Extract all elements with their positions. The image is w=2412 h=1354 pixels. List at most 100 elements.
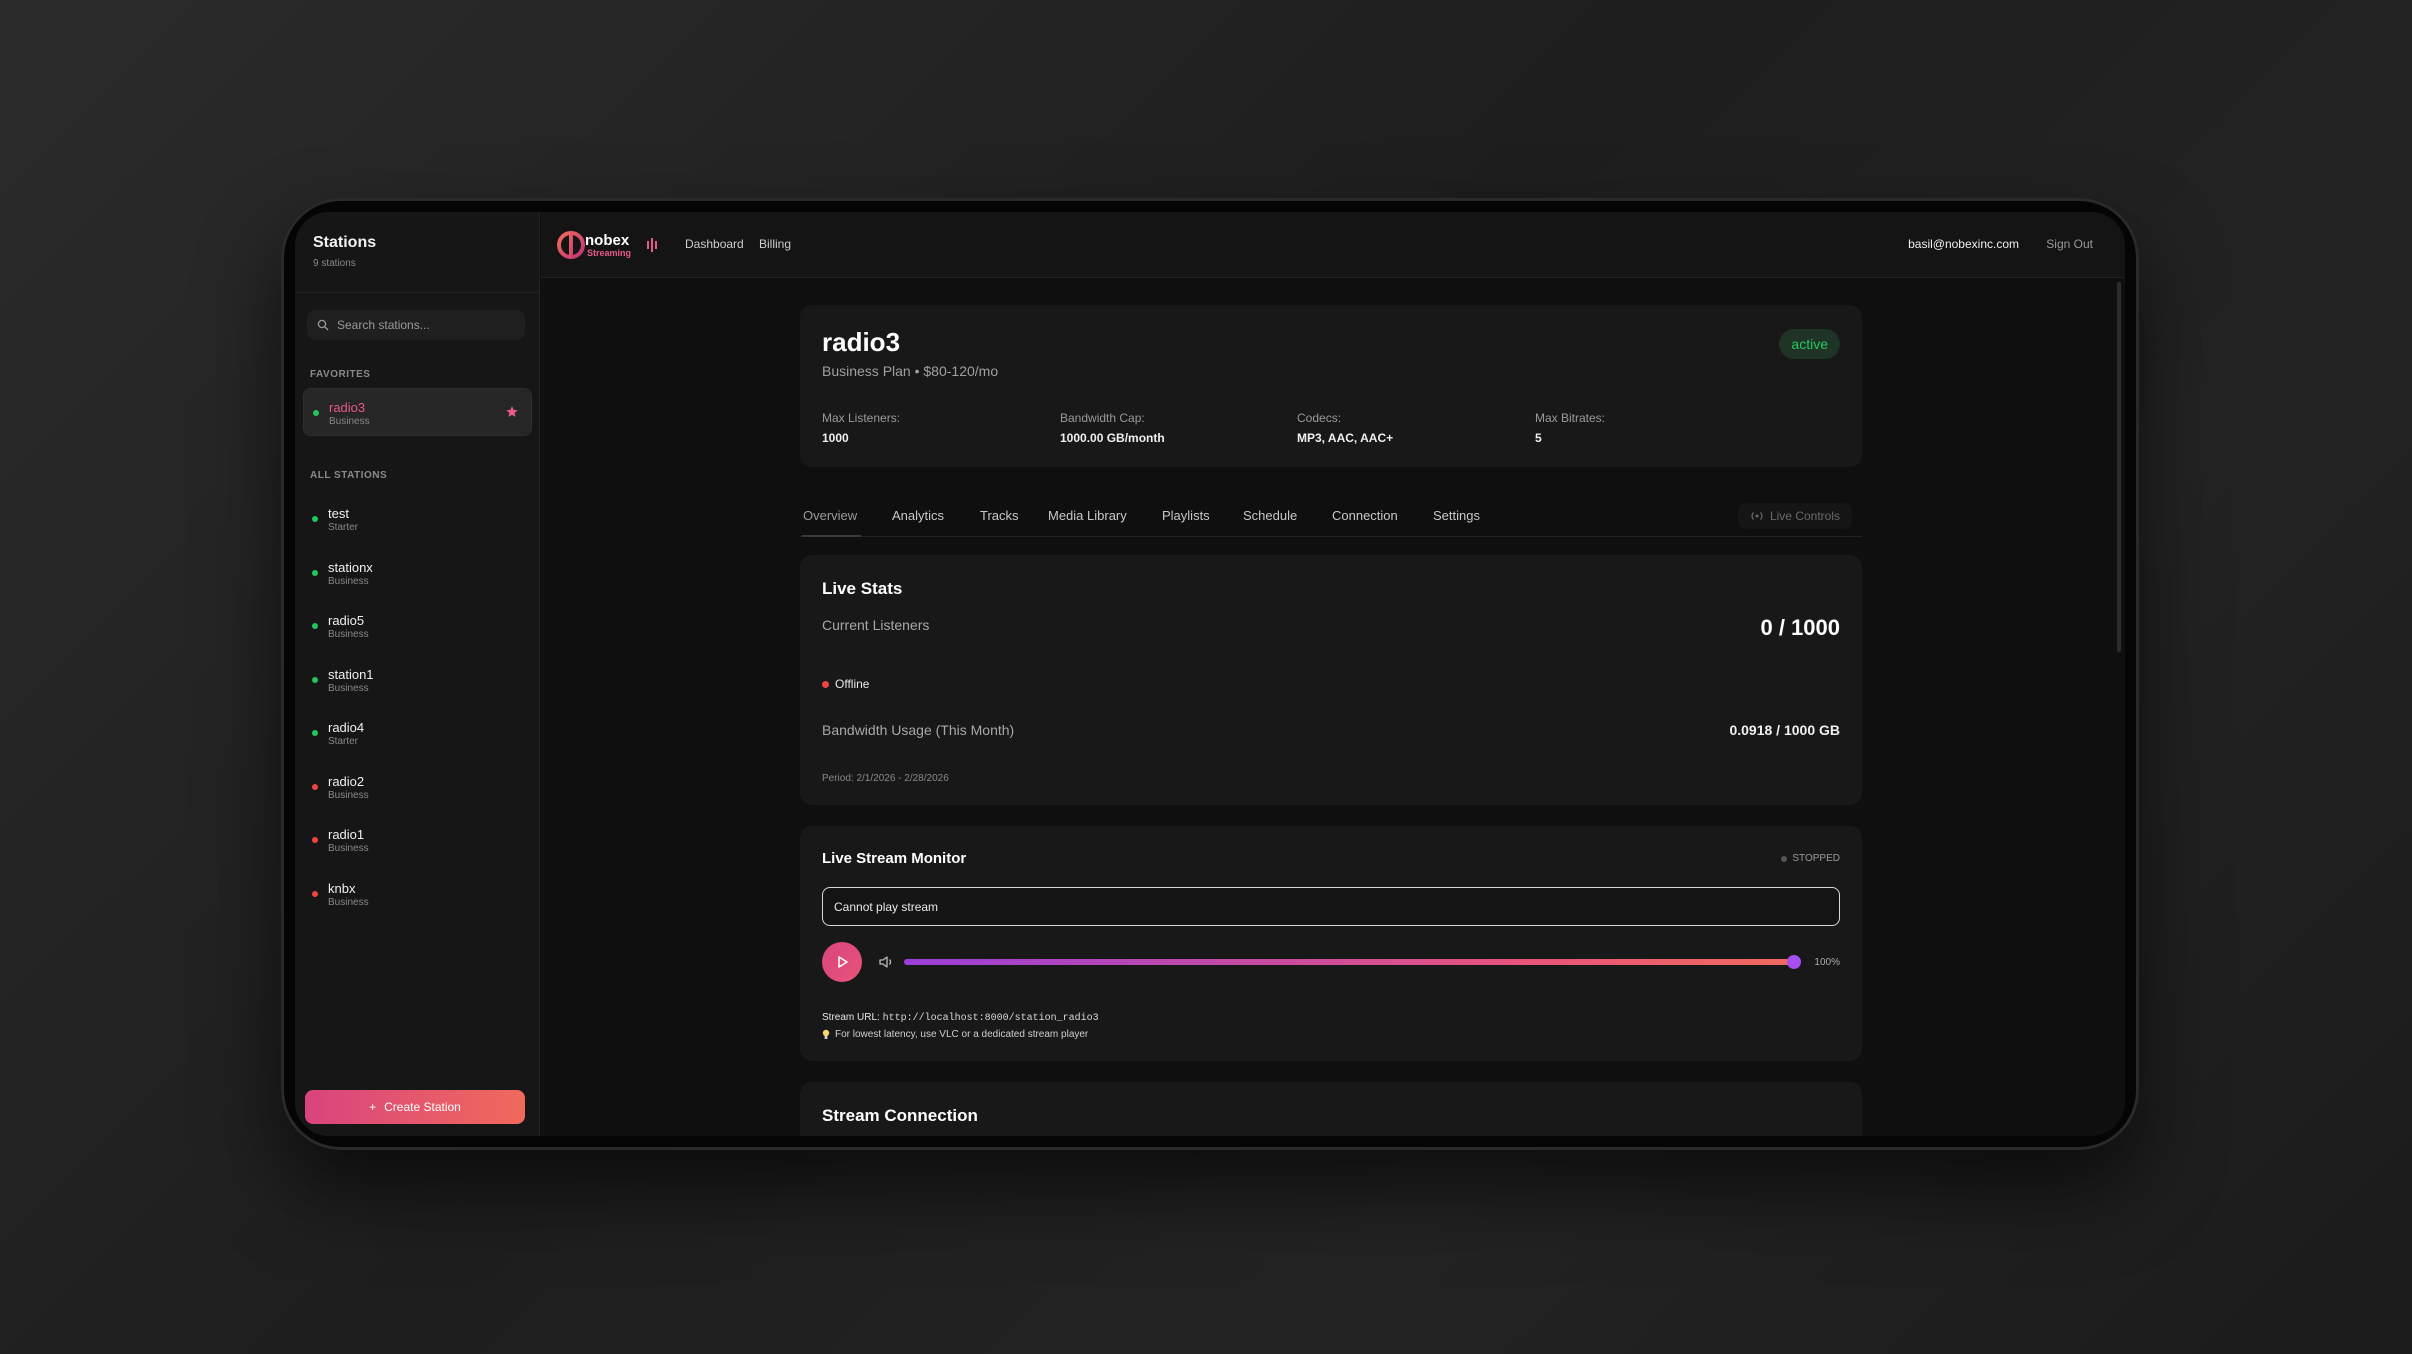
bandwidth-usage-label: Bandwidth Usage (This Month)	[822, 722, 1015, 738]
station-item-radio2[interactable]: radio2 Business	[303, 763, 532, 811]
stream-status: Offline	[822, 677, 869, 691]
tab-tracks[interactable]: Tracks	[980, 508, 1019, 523]
star-icon[interactable]	[505, 405, 519, 419]
status-dot-online	[312, 570, 318, 576]
active-tab-indicator	[802, 535, 861, 537]
station-item-knbx[interactable]: knbx Business	[303, 870, 532, 918]
top-bar: nobex Streaming Dashboard Billing basil@…	[541, 212, 2125, 278]
station-item-stationx[interactable]: stationx Business	[303, 549, 532, 597]
status-dot-online	[312, 730, 318, 736]
status-dot-stopped	[1781, 855, 1788, 862]
station-plan: Business	[328, 843, 369, 854]
monitor-title: Live Stream Monitor	[822, 850, 967, 867]
station-plan: Starter	[328, 736, 359, 747]
stream-url-line: Stream URL: http://localhost:8000/statio…	[822, 1012, 1099, 1024]
station-name: knbx	[328, 881, 356, 896]
stream-url[interactable]: http://localhost:8000/station_radio3	[883, 1013, 1099, 1024]
station-name: station1	[328, 667, 374, 682]
status-dot-offline	[312, 837, 318, 843]
tab-playlists[interactable]: Playlists	[1162, 508, 1210, 523]
station-name: radio1	[328, 827, 365, 842]
spec-value: 5	[1535, 431, 1542, 445]
stream-connection-card: Stream Connection	[800, 1082, 1862, 1136]
nav-dashboard[interactable]: Dashboard	[685, 237, 744, 251]
sidebar-header: Stations 9 stations	[313, 234, 376, 269]
station-count: 9 stations	[313, 258, 356, 269]
sidebar-divider	[295, 292, 540, 293]
tab-connection[interactable]: Connection	[1332, 508, 1398, 523]
station-name: radio3	[329, 400, 366, 415]
search-input[interactable]	[337, 318, 517, 332]
station-name: test	[328, 506, 349, 521]
tab-overview[interactable]: Overview	[803, 508, 857, 523]
spec-value: 1000	[822, 431, 849, 445]
sign-out-link[interactable]: Sign Out	[2046, 237, 2093, 251]
nobex-logo[interactable]: nobex Streaming	[557, 225, 667, 265]
volume-percent: 100%	[1814, 957, 1840, 968]
broadcast-icon	[1751, 512, 1763, 520]
station-name: stationx	[328, 560, 373, 575]
user-email: basil@nobexinc.com	[1908, 237, 2019, 251]
station-plan: Business	[328, 790, 369, 801]
create-station-button[interactable]: + Create Station	[305, 1090, 525, 1124]
plus-icon: +	[369, 1100, 377, 1114]
station-item-test[interactable]: test Starter	[303, 495, 532, 543]
live-stream-monitor-card: Live Stream Monitor STOPPED Cannot play …	[800, 826, 1862, 1061]
spec-max-listeners: Max Listeners: 1000	[822, 411, 900, 445]
monitor-state: STOPPED	[1781, 853, 1840, 864]
scrollbar[interactable]	[2117, 282, 2121, 652]
station-plan: Starter	[328, 522, 359, 533]
logo-text: nobex	[585, 232, 630, 249]
station-summary-card: radio3 Business Plan • $80-120/mo active…	[800, 305, 1862, 467]
tab-analytics[interactable]: Analytics	[892, 508, 944, 523]
all-stations-label: ALL STATIONS	[310, 470, 388, 481]
create-station-label: Create Station	[384, 1100, 461, 1114]
play-button[interactable]	[822, 942, 862, 982]
station-item-radio5[interactable]: radio5 Business	[303, 602, 532, 650]
station-plan: Business	[329, 416, 370, 427]
station-title: radio3	[822, 327, 901, 357]
station-item-radio1[interactable]: radio1 Business	[303, 816, 532, 864]
status-dot-online	[313, 410, 319, 416]
station-name: radio4	[328, 720, 365, 735]
latency-tip: For lowest latency, use VLC or a dedicat…	[822, 1029, 1088, 1040]
station-plan-line: Business Plan • $80-120/mo	[822, 363, 999, 379]
station-item-station1[interactable]: station1 Business	[303, 656, 532, 704]
status-dot-offline	[822, 680, 829, 688]
volume-slider[interactable]	[904, 955, 1801, 969]
billing-period: Period: 2/1/2026 - 2/28/2026	[822, 773, 949, 784]
status-dot-online	[312, 623, 318, 629]
spec-max-bitrates: Max Bitrates: 5	[1535, 411, 1605, 445]
tab-schedule[interactable]: Schedule	[1243, 508, 1297, 523]
status-dot-online	[312, 677, 318, 683]
spec-value: MP3, AAC, AAC+	[1297, 431, 1394, 445]
spec-bandwidth-cap: Bandwidth Cap: 1000.00 GB/month	[1060, 411, 1165, 445]
tab-settings[interactable]: Settings	[1433, 508, 1480, 523]
spec-label: Max Bitrates:	[1535, 411, 1606, 425]
station-plan: Business	[328, 576, 369, 587]
volume-icon[interactable]	[877, 953, 895, 971]
spec-codecs: Codecs: MP3, AAC, AAC+	[1297, 411, 1393, 445]
volume-slider-handle[interactable]	[1787, 955, 1801, 969]
station-name: radio5	[328, 613, 365, 628]
bandwidth-usage-value: 0.0918 / 1000 GB	[1729, 722, 1840, 738]
app-screen: Stations 9 stations FAVORITES radio3 Bus…	[295, 212, 2125, 1136]
logo-subtext: Streaming	[587, 248, 631, 258]
nav-billing[interactable]: Billing	[759, 237, 791, 251]
spec-label: Codecs:	[1297, 411, 1342, 425]
stream-status-text: Offline	[835, 677, 870, 691]
monitor-state-text: STOPPED	[1792, 853, 1840, 864]
current-listeners-label: Current Listeners	[822, 617, 930, 633]
tab-media-library[interactable]: Media Library	[1048, 508, 1127, 523]
station-plan: Business	[328, 683, 369, 694]
live-controls-label: Live Controls	[1769, 509, 1840, 523]
station-search[interactable]	[307, 310, 525, 340]
search-icon	[317, 319, 329, 331]
station-item-radio4[interactable]: radio4 Starter	[303, 709, 532, 757]
favorite-station-radio3[interactable]: radio3 Business	[303, 388, 532, 436]
live-controls-button[interactable]: Live Controls	[1737, 503, 1852, 529]
station-plan: Business	[328, 897, 369, 908]
station-name: radio2	[328, 774, 365, 789]
play-icon	[838, 956, 848, 968]
station-tabs: Overview Analytics Tracks Media Library …	[800, 497, 1862, 537]
